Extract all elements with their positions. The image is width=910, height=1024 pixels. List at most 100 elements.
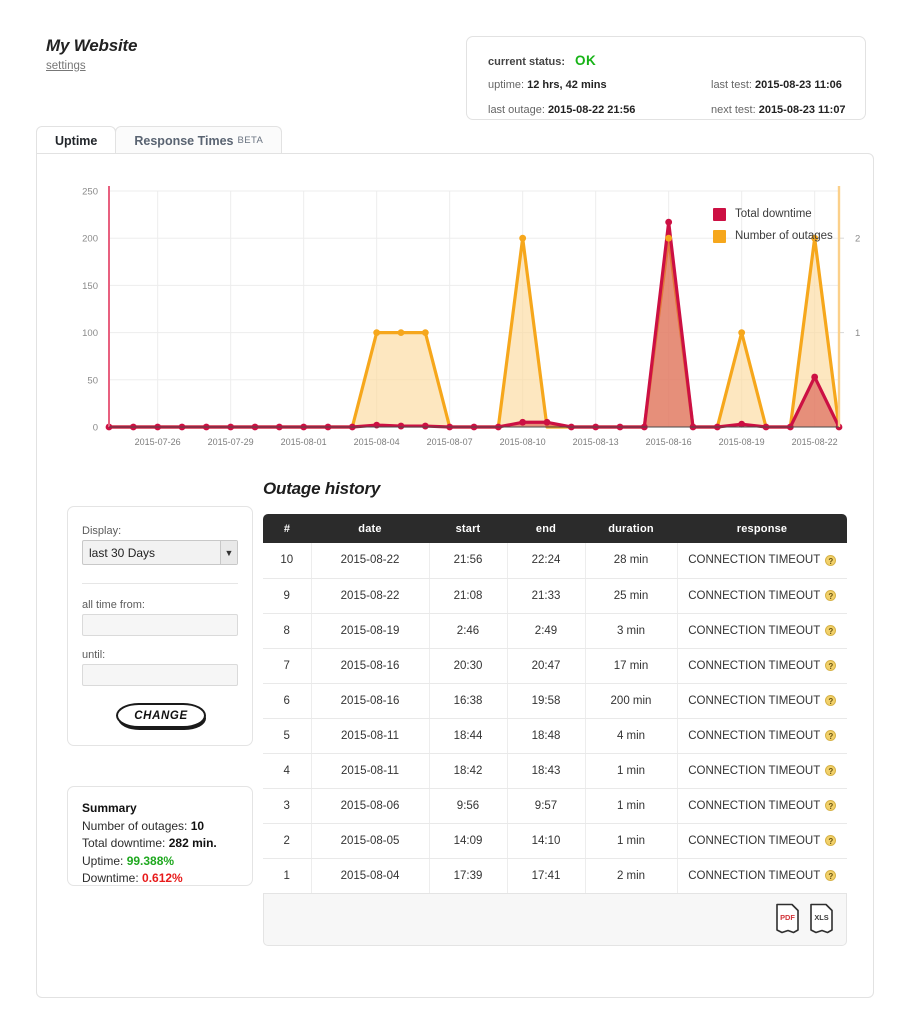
tab-beta-badge: BETA	[237, 135, 264, 146]
controls-divider	[82, 583, 238, 584]
status-current-label: current status:	[488, 56, 566, 68]
table-row[interactable]: 6 2015-08-16 16:38 19:58 200 min CONNECTION T…	[263, 683, 847, 719]
help-icon[interactable]: ?	[825, 659, 837, 671]
table-header: # date start end duration response	[263, 514, 847, 543]
svg-text:PDF: PDF	[780, 913, 795, 922]
summary-uptime-value: 99.388%	[126, 853, 175, 868]
cell-n: 10	[263, 543, 312, 579]
status-current-row: current status: OK	[488, 53, 596, 68]
status-uptime-row: uptime: 12 hrs, 42 mins	[488, 79, 607, 91]
cell-start: 16:38	[429, 683, 508, 719]
table-row[interactable]: 10 2015-08-22 21:56 22:24 28 min CONNECTION T…	[263, 543, 847, 579]
cell-response: CONNECTION TIMEOUT?	[677, 753, 847, 789]
cell-date: 2015-08-16	[311, 648, 430, 684]
cell-duration: 1 min	[585, 823, 678, 859]
cell-response: CONNECTION TIMEOUT?	[677, 823, 847, 859]
column-header-date[interactable]: date	[311, 514, 429, 543]
column-header-end[interactable]: end	[507, 514, 585, 543]
table-body: 10 2015-08-22 21:56 22:24 28 min CONNECTION T…	[263, 543, 847, 894]
cell-date: 2015-08-22	[311, 578, 430, 614]
help-icon[interactable]: ?	[825, 764, 837, 776]
display-label: Display:	[82, 525, 122, 537]
table-row[interactable]: 8 2015-08-19 2:46 2:49 3 min CONNECTION TIMEO…	[263, 613, 847, 649]
response-text: CONNECTION TIMEOUT	[688, 799, 821, 812]
status-badge: OK	[575, 53, 597, 68]
response-text: CONNECTION TIMEOUT	[688, 694, 821, 707]
svg-text:2015-08-01: 2015-08-01	[281, 437, 327, 447]
svg-text:2015-07-29: 2015-07-29	[208, 437, 254, 447]
export-icons-group: PDF XLS	[775, 903, 834, 934]
legend-label-number-of-outages: Number of outages	[735, 230, 833, 242]
display-controls-card: Display: last 30 Days ▼ all time from: u…	[67, 506, 253, 746]
help-icon[interactable]: ?	[825, 589, 837, 601]
column-header-number[interactable]: #	[263, 514, 311, 543]
cell-end: 2:49	[507, 613, 586, 649]
help-icon[interactable]: ?	[825, 554, 837, 566]
response-text: CONNECTION TIMEOUT	[688, 659, 821, 672]
table-header-row: # date start end duration response	[263, 514, 847, 543]
all-time-from-label: all time from:	[82, 599, 145, 611]
response-text: CONNECTION TIMEOUT	[688, 554, 821, 567]
status-last-outage-value: 2015-08-22 21:56	[547, 104, 636, 116]
svg-text:2015-08-16: 2015-08-16	[646, 437, 692, 447]
summary-outages-label: Number of outages:	[82, 818, 188, 833]
cell-response: CONNECTION TIMEOUT?	[677, 718, 847, 754]
svg-text:2015-08-13: 2015-08-13	[573, 437, 619, 447]
cell-end: 18:48	[507, 718, 586, 754]
table-row[interactable]: 9 2015-08-22 21:08 21:33 25 min CONNECTION TI…	[263, 578, 847, 614]
cell-n: 4	[263, 753, 312, 789]
cell-start: 2:46	[429, 613, 508, 649]
until-input[interactable]	[82, 664, 238, 686]
cell-response: CONNECTION TIMEOUT?	[677, 578, 847, 614]
cell-start: 21:08	[429, 578, 508, 614]
svg-text:XLS: XLS	[814, 913, 828, 922]
tab-response-times[interactable]: Response Times BETA	[115, 126, 283, 154]
cell-duration: 4 min	[585, 718, 678, 754]
help-icon[interactable]: ?	[825, 624, 837, 636]
cell-n: 5	[263, 718, 312, 754]
table-row[interactable]: 7 2015-08-16 20:30 20:47 17 min CONNECTION TI…	[263, 648, 847, 684]
table-row[interactable]: 3 2015-08-06 9:56 9:57 1 min CONNECTION TIMEO…	[263, 788, 847, 824]
cell-duration: 3 min	[585, 613, 678, 649]
cell-start: 20:30	[429, 648, 508, 684]
response-text: CONNECTION TIMEOUT	[688, 869, 821, 882]
table-row[interactable]: 2 2015-08-05 14:09 14:10 1 min CONNECTION TIM…	[263, 823, 847, 859]
all-time-from-input[interactable]	[82, 614, 238, 636]
cell-response: CONNECTION TIMEOUT?	[677, 543, 847, 579]
cell-n: 9	[263, 578, 312, 614]
table-row[interactable]: 4 2015-08-11 18:42 18:43 1 min CONNECTION TIM…	[263, 753, 847, 789]
cell-duration: 1 min	[585, 788, 678, 824]
xls-export-icon[interactable]: XLS	[809, 903, 834, 934]
column-header-duration[interactable]: duration	[585, 514, 677, 543]
status-next-test-row: next test: 2015-08-23 11:07	[711, 104, 846, 116]
cell-start: 9:56	[429, 788, 508, 824]
status-uptime-value: 12 hrs, 42 mins	[527, 79, 607, 91]
help-icon[interactable]: ?	[825, 834, 837, 846]
cell-date: 2015-08-06	[311, 788, 430, 824]
table-row[interactable]: 5 2015-08-11 18:44 18:48 4 min CONNECTION TIM…	[263, 718, 847, 754]
summary-downtime-pct-label: Downtime:	[82, 871, 139, 885]
chart-legend: Total downtime Number of outages	[713, 203, 833, 247]
settings-link[interactable]: settings	[46, 60, 86, 72]
status-uptime-label: uptime:	[488, 79, 525, 91]
display-range-select[interactable]: last 30 Days	[82, 540, 238, 565]
table-footer: PDF XLS	[263, 893, 847, 946]
legend-item-total-downtime: Total downtime	[713, 203, 833, 225]
outage-history-title: Outage history	[263, 479, 381, 498]
cell-response: CONNECTION TIMEOUT?	[677, 648, 847, 684]
column-header-response[interactable]: response	[677, 514, 847, 543]
summary-uptime-row: Uptime: 99.388%	[82, 853, 217, 871]
help-icon[interactable]: ?	[825, 729, 837, 741]
help-icon[interactable]: ?	[825, 694, 837, 706]
change-button[interactable]: CHANGE	[116, 703, 206, 728]
table-row[interactable]: 1 2015-08-04 17:39 17:41 2 min CONNECTION TIM…	[263, 858, 847, 894]
help-icon[interactable]: ?	[825, 799, 837, 811]
cell-n: 7	[263, 648, 312, 684]
svg-text:2015-07-26: 2015-07-26	[135, 437, 181, 447]
tab-uptime[interactable]: Uptime	[36, 126, 117, 154]
column-header-start[interactable]: start	[429, 514, 507, 543]
pdf-export-icon[interactable]: PDF	[775, 903, 800, 934]
svg-text:150: 150	[82, 281, 98, 292]
cell-start: 21:56	[429, 543, 508, 579]
help-icon[interactable]: ?	[825, 869, 837, 881]
